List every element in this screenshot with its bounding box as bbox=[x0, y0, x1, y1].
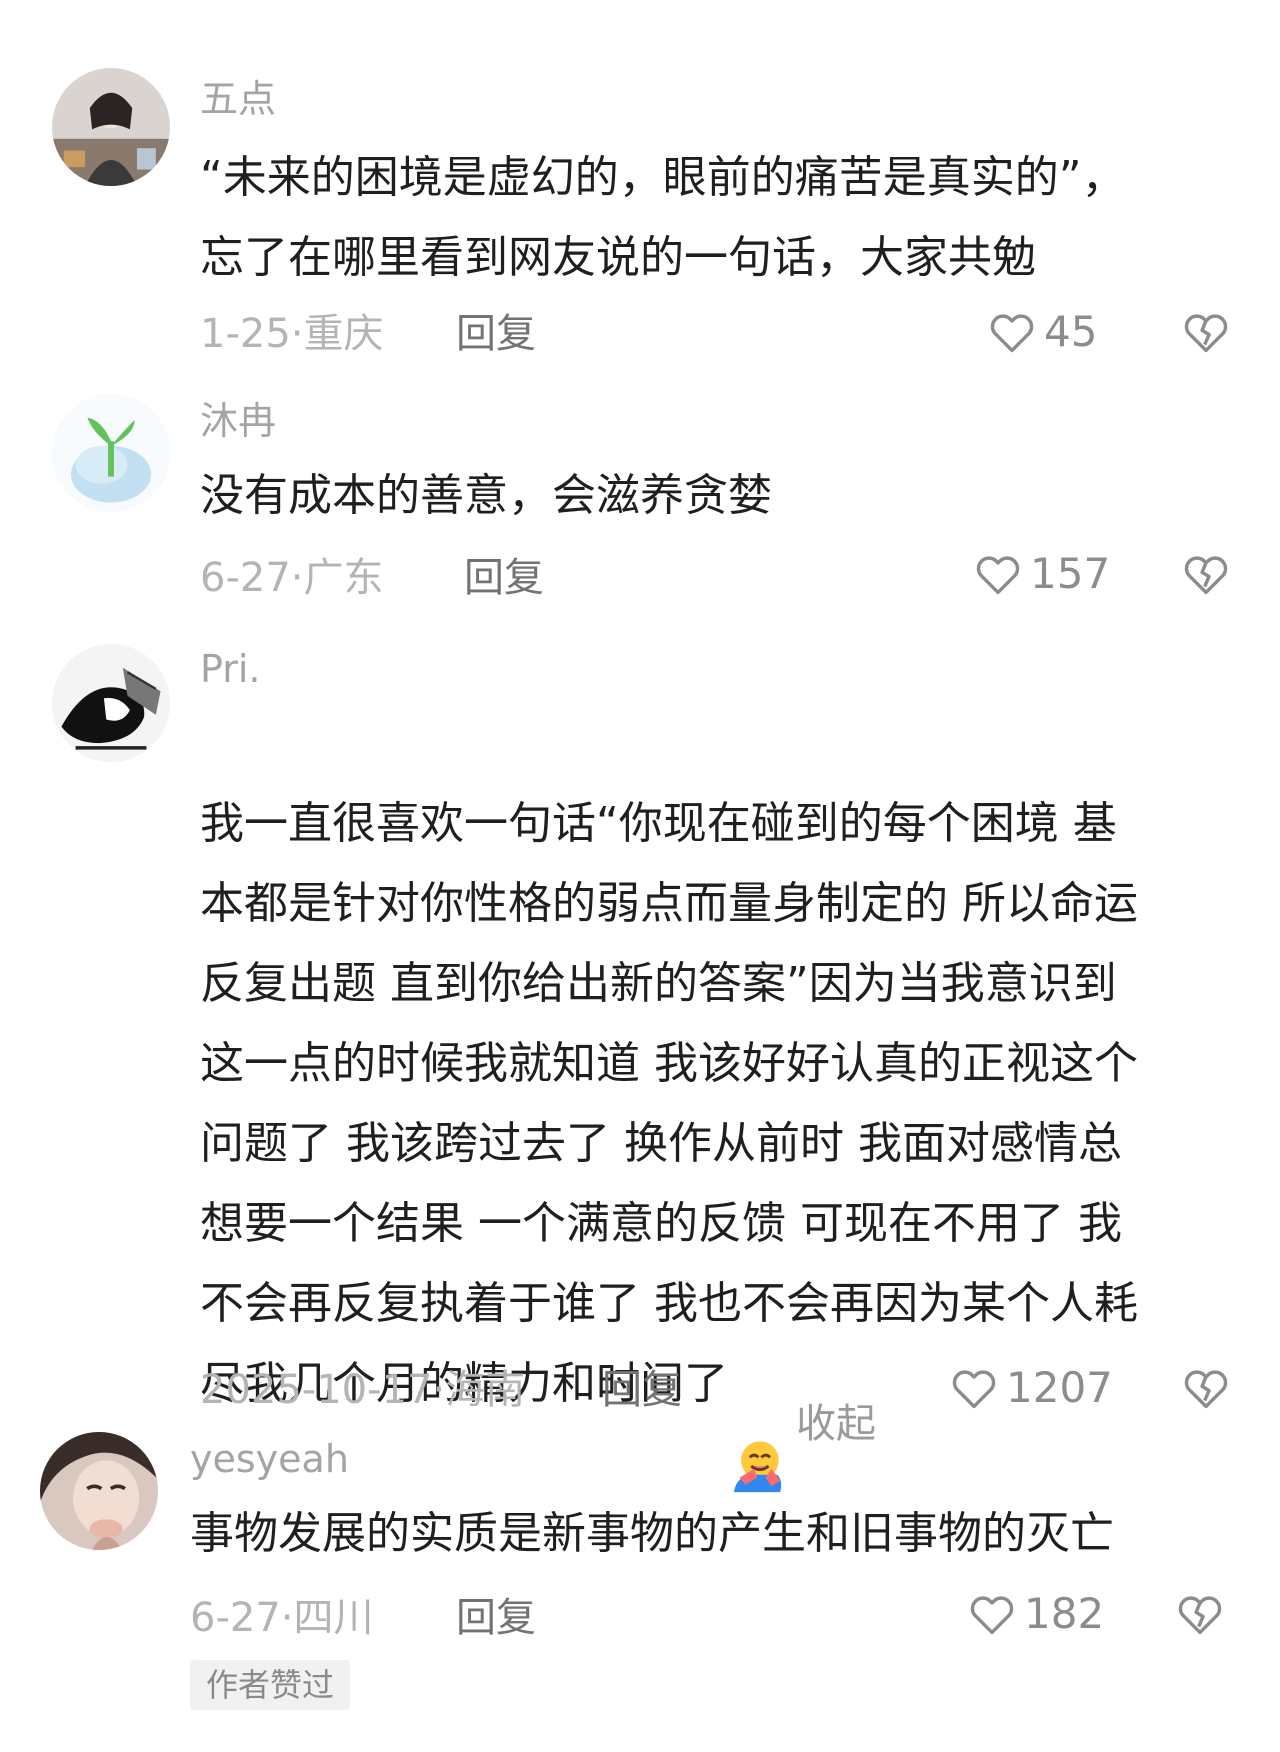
like-button[interactable]: 182 bbox=[966, 1588, 1104, 1640]
comment-item: yesyeah 事物发展的实质是新事物的产生和旧事物的灭亡 6-27·四川 回复… bbox=[0, 0, 1280, 1752]
broken-heart-outline-icon[interactable] bbox=[1174, 1588, 1226, 1640]
reply-button[interactable]: 回复 bbox=[456, 1594, 536, 1642]
avatar[interactable] bbox=[40, 1432, 158, 1550]
comment-date-location: 6-27·四川 bbox=[190, 1595, 374, 1641]
like-count: 182 bbox=[1024, 1589, 1105, 1638]
username[interactable]: yesyeah bbox=[190, 1436, 349, 1482]
author-liked-badge: 作者赞过 bbox=[190, 1660, 351, 1710]
heart-outline-icon bbox=[970, 1596, 1014, 1635]
comment-text: 事物发展的实质是新事物的产生和旧事物的灭亡 bbox=[190, 1508, 1114, 1559]
